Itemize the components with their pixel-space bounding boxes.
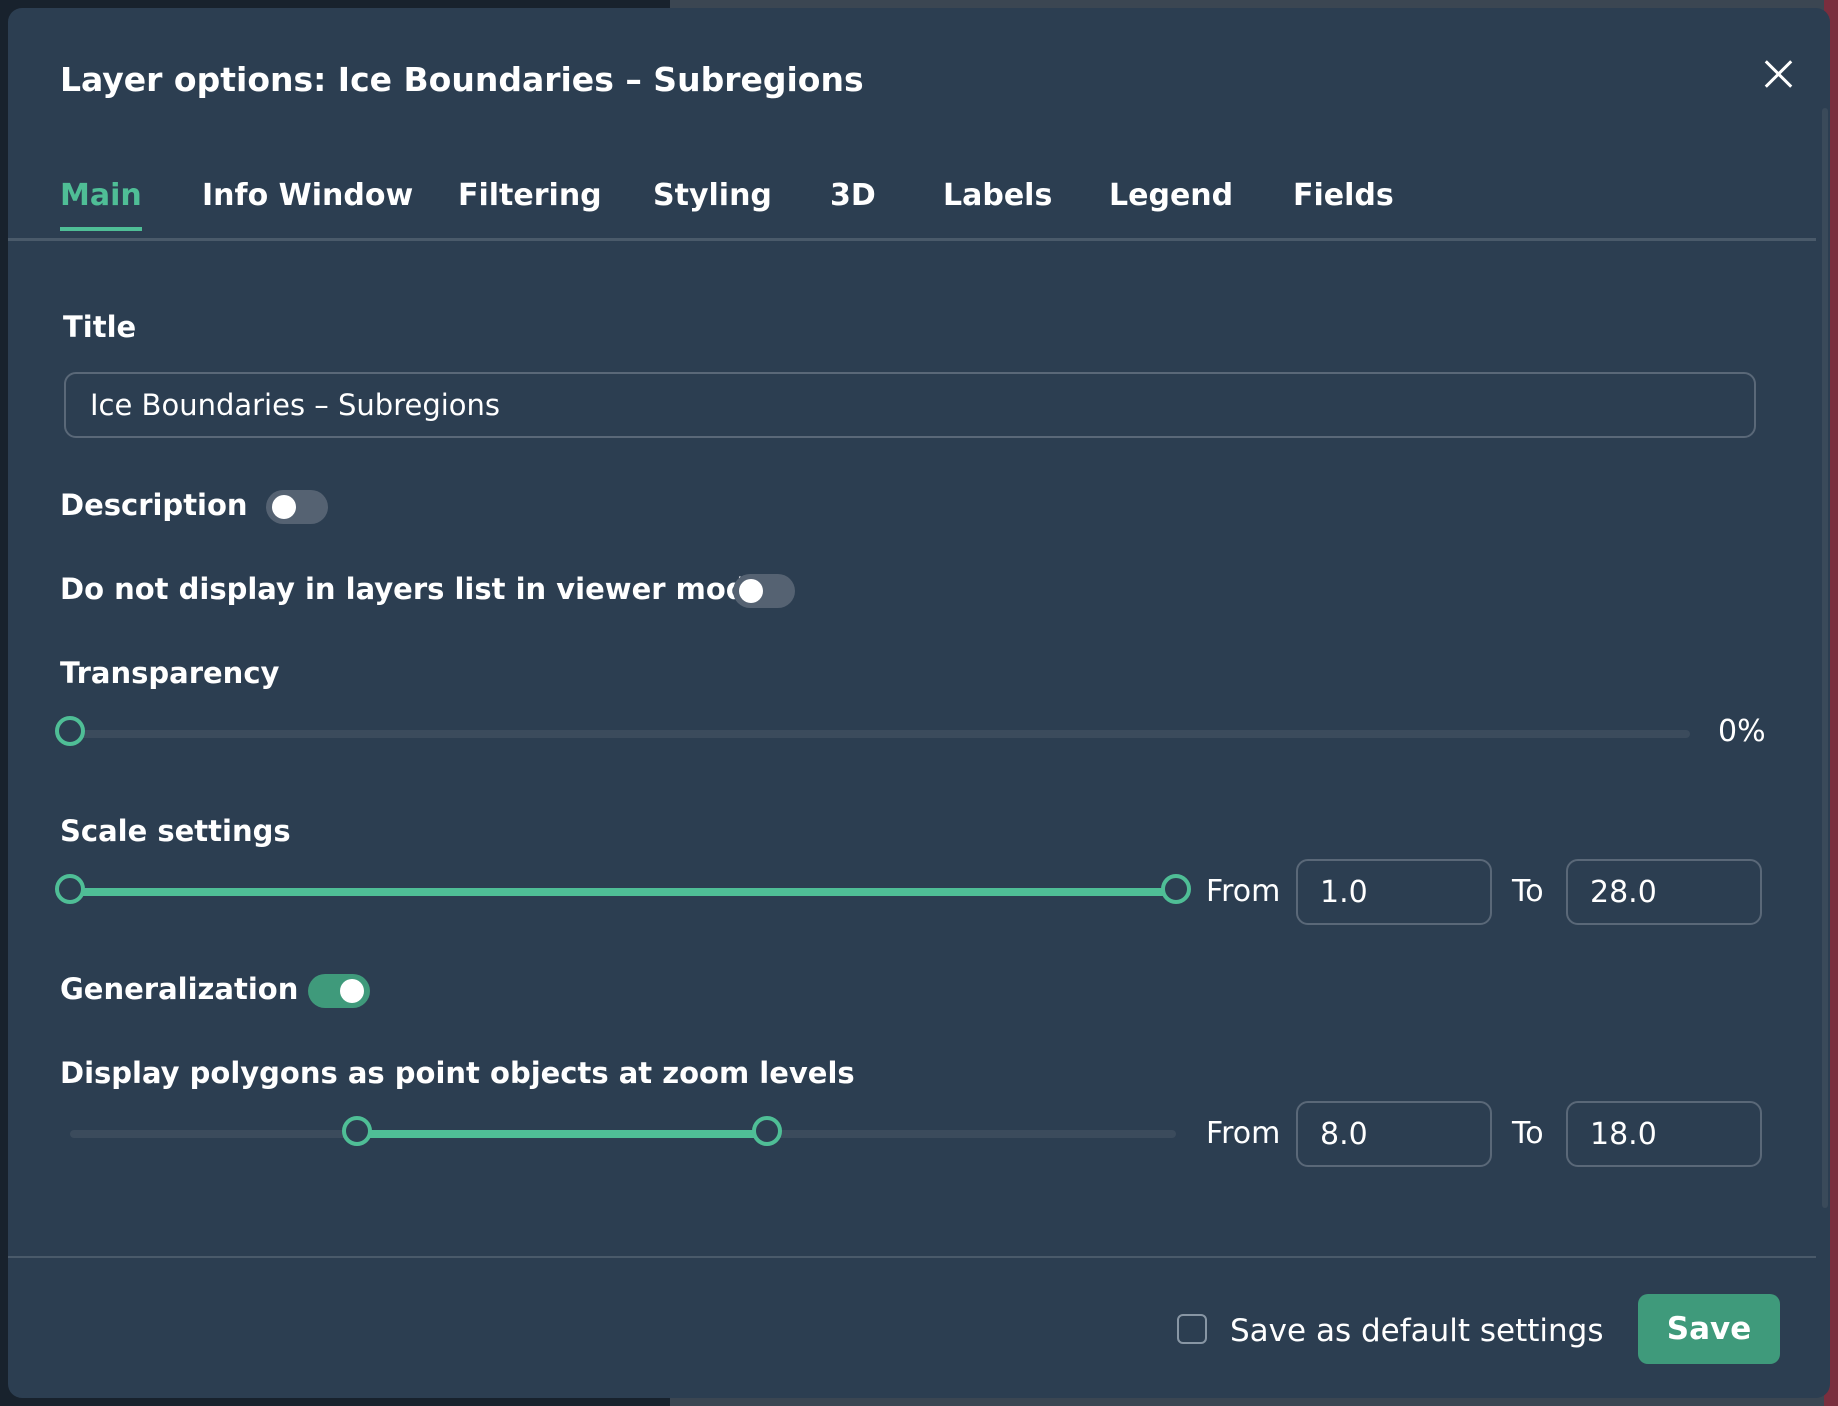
- description-toggle[interactable]: [266, 490, 328, 524]
- tab-info-window[interactable]: Info Window: [202, 178, 413, 227]
- transparency-slider-track[interactable]: [70, 730, 1690, 738]
- toggle-knob: [272, 495, 296, 519]
- save-button[interactable]: Save: [1638, 1294, 1780, 1364]
- tab-bar: Main Info Window Filtering Styling 3D La…: [8, 168, 1816, 241]
- transparency-value: 0%: [1718, 714, 1766, 749]
- tab-legend[interactable]: Legend: [1109, 178, 1233, 227]
- transparency-label: Transparency: [60, 656, 280, 690]
- dialog-title: Layer options: Ice Boundaries – Subregio…: [60, 60, 864, 99]
- scale-to-input[interactable]: [1566, 859, 1762, 925]
- points-zoom-slider-handle-min[interactable]: [342, 1116, 372, 1146]
- points-from-input[interactable]: [1296, 1101, 1492, 1167]
- close-icon[interactable]: [1758, 54, 1798, 94]
- tab-styling[interactable]: Styling: [653, 178, 772, 227]
- save-default-label: Save as default settings: [1230, 1313, 1604, 1349]
- hide-in-list-label: Do not display in layers list in viewer …: [60, 572, 767, 606]
- points-from-label: From: [1206, 1116, 1281, 1151]
- toggle-knob: [340, 979, 364, 1003]
- generalization-toggle[interactable]: [308, 974, 370, 1008]
- scrollbar[interactable]: [1822, 108, 1828, 1208]
- tab-main[interactable]: Main: [60, 178, 142, 231]
- tab-filtering[interactable]: Filtering: [458, 178, 602, 227]
- tab-fields[interactable]: Fields: [1293, 178, 1394, 227]
- points-to-label: To: [1512, 1116, 1544, 1151]
- points-to-input[interactable]: [1566, 1101, 1762, 1167]
- scale-slider-handle-max[interactable]: [1161, 874, 1191, 904]
- scale-from-input[interactable]: [1296, 859, 1492, 925]
- title-input[interactable]: [64, 372, 1756, 438]
- points-zoom-label: Display polygons as point objects at zoo…: [60, 1056, 855, 1090]
- tab-labels[interactable]: Labels: [943, 178, 1052, 227]
- title-label: Title: [63, 310, 137, 344]
- description-label: Description: [60, 488, 248, 522]
- scale-to-label: To: [1512, 874, 1544, 909]
- toggle-knob: [739, 579, 763, 603]
- footer-divider: [8, 1256, 1816, 1258]
- scale-slider-handle-min[interactable]: [55, 874, 85, 904]
- points-zoom-slider-handle-max[interactable]: [752, 1116, 782, 1146]
- layer-options-dialog: Layer options: Ice Boundaries – Subregio…: [8, 8, 1830, 1398]
- points-zoom-slider-range: [357, 1130, 767, 1138]
- generalization-label: Generalization: [60, 972, 299, 1006]
- hide-in-list-toggle[interactable]: [733, 574, 795, 608]
- transparency-slider-handle[interactable]: [55, 716, 85, 746]
- scale-slider-range: [70, 888, 1176, 896]
- scale-from-label: From: [1206, 874, 1281, 909]
- tab-3d[interactable]: 3D: [830, 178, 876, 227]
- scale-settings-label: Scale settings: [60, 814, 291, 848]
- save-default-checkbox[interactable]: [1177, 1314, 1207, 1344]
